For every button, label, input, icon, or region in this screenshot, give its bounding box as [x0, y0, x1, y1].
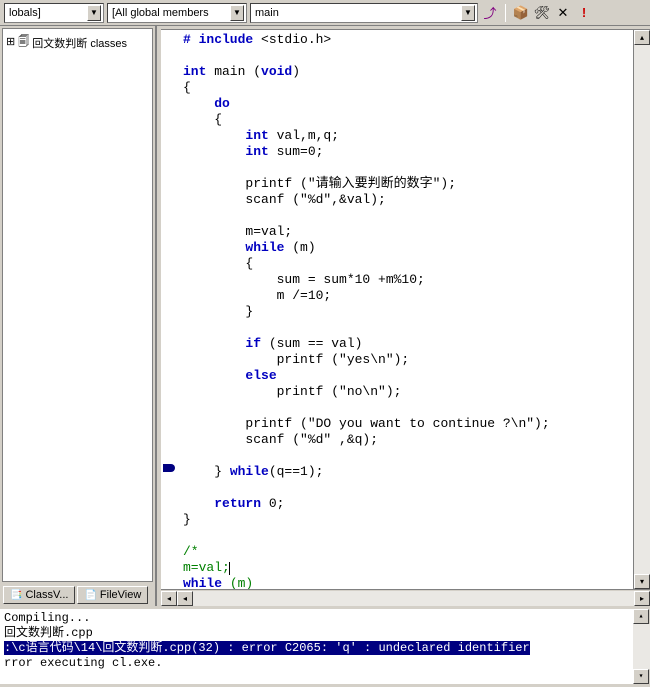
member-combo-text: [All global members: [112, 7, 228, 19]
tab-fileview[interactable]: 📄 FileView: [77, 586, 148, 604]
chevron-down-icon[interactable]: ▼: [461, 5, 475, 21]
goto-icon[interactable]: ⤴: [481, 4, 499, 22]
class-tree[interactable]: ⊞ 🗐 回文数判断 classes: [2, 28, 153, 582]
tree-item[interactable]: ⊞ 🗐 回文数判断 classes: [6, 32, 149, 53]
tab-label: ClassV...: [25, 589, 68, 601]
chevron-down-icon[interactable]: ▼: [230, 5, 244, 21]
function-combo[interactable]: main ▼: [250, 3, 478, 23]
scroll-track[interactable]: [633, 624, 650, 669]
build-icon[interactable]: 🛠: [533, 4, 551, 22]
editor-gutter: [161, 30, 179, 589]
scroll-down-icon[interactable]: ▾: [634, 574, 650, 589]
horizontal-scrollbar[interactable]: ◂ ◂ ▸: [161, 589, 650, 606]
main-toolbar: lobals] ▼ [All global members ▼ main ▼ ⤴…: [0, 0, 650, 26]
output-line: Compiling...: [4, 611, 90, 625]
scroll-track[interactable]: [634, 45, 650, 574]
scroll-right-icon[interactable]: ▸: [634, 591, 650, 606]
code-area[interactable]: # include <stdio.h> int main (void) { do…: [179, 30, 633, 589]
scroll-up-icon[interactable]: ▴: [634, 30, 650, 45]
function-combo-text: main: [255, 7, 459, 19]
chevron-down-icon[interactable]: ▼: [87, 5, 101, 21]
code-editor: # include <stdio.h> int main (void) { do…: [161, 26, 650, 606]
scroll-down-icon[interactable]: ▾: [633, 669, 649, 684]
output-error-line: :\c语言代码\14\回文数判断.cpp(32) : error C2065: …: [4, 641, 530, 655]
tab-classview[interactable]: 📑 ClassV...: [3, 586, 75, 604]
scroll-track[interactable]: [193, 591, 634, 606]
run-icon[interactable]: !: [575, 4, 593, 22]
scroll-left-icon[interactable]: ◂: [161, 591, 177, 606]
stop-icon[interactable]: ✕: [554, 4, 572, 22]
build-output[interactable]: Compiling... 回文数判断.cpp :\c语言代码\14\回文数判断.…: [0, 606, 650, 684]
output-line: 回文数判断.cpp: [4, 626, 93, 640]
main-area: ⊞ 🗐 回文数判断 classes 📑 ClassV... 📄 FileView…: [0, 26, 650, 606]
tool-icon[interactable]: 📦: [512, 4, 530, 22]
scroll-up-icon[interactable]: ▴: [633, 609, 649, 624]
toolbar-separator: [505, 4, 506, 22]
output-line: rror executing cl.exe.: [4, 656, 162, 670]
text-cursor: [229, 562, 230, 575]
scope-combo[interactable]: lobals] ▼: [4, 3, 104, 23]
fileview-icon: 📄: [84, 590, 96, 601]
vertical-scrollbar[interactable]: ▴ ▾: [633, 30, 650, 589]
output-vertical-scrollbar[interactable]: ▴ ▾: [633, 609, 650, 684]
scroll-left-icon[interactable]: ◂: [177, 591, 193, 606]
member-combo[interactable]: [All global members ▼: [107, 3, 247, 23]
scope-combo-text: lobals]: [9, 7, 85, 19]
workspace-pane: ⊞ 🗐 回文数判断 classes 📑 ClassV... 📄 FileView: [0, 26, 157, 606]
workspace-tabs: 📑 ClassV... 📄 FileView: [0, 584, 155, 606]
tree-expand-icon[interactable]: ⊞ 🗐: [6, 33, 29, 52]
bookmark-icon: [163, 464, 175, 472]
tree-item-label: 回文数判断 classes: [32, 35, 127, 51]
output-lines: Compiling... 回文数判断.cpp :\c语言代码\14\回文数判断.…: [4, 611, 646, 682]
tab-label: FileView: [100, 589, 141, 601]
classview-icon: 📑: [10, 590, 22, 601]
